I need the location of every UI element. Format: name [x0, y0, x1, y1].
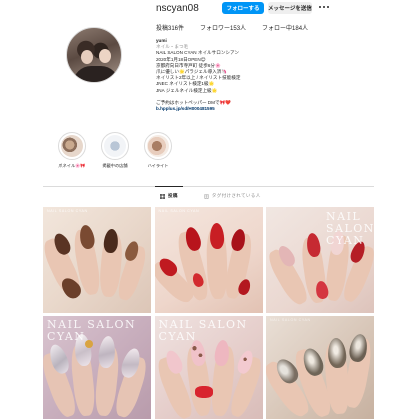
tab-tagged[interactable]: タグ付けされている人 — [203, 193, 261, 199]
tab-posts-label: 投稿 — [168, 193, 178, 198]
post-watermark: NAIL SALON CYAN — [158, 209, 200, 213]
posts-grid: NAIL SALON CYAN NAIL SALON CYAN NAIL SAL… — [43, 207, 374, 419]
post-thumbnail[interactable]: NAIL SALON CYAN — [43, 207, 151, 313]
bio-link[interactable]: b.hpplus.jp/sd/H000481595 — [156, 106, 336, 112]
post-watermark: NAIL SALON CYAN — [326, 210, 374, 248]
tab-posts[interactable]: 投稿 — [160, 193, 178, 199]
follow-button[interactable]: フォローする — [222, 2, 264, 14]
post-thumbnail[interactable]: NAIL SALON CYAN — [266, 207, 374, 313]
post-watermark: NAIL SALON CYAN — [47, 209, 88, 213]
profile-bio: yumi ネイル・まつ毛 NAIL SALON CYAN ネイルサロンシアン 2… — [156, 38, 336, 112]
highlight-item[interactable]: ハイライト — [143, 132, 173, 169]
post-watermark: NAIL SALON CYAN — [47, 318, 137, 344]
following-count[interactable]: フォロー中184人 — [262, 23, 308, 32]
posts-count: 投稿316件 — [156, 26, 185, 32]
post-watermark: NAIL SALON CYAN — [270, 318, 311, 322]
tag-icon — [203, 193, 209, 199]
grid-icon — [160, 193, 165, 199]
profile-tabs: 投稿 タグ付けされている人 — [160, 193, 261, 199]
post-thumbnail[interactable]: NAIL SALON CYAN — [154, 316, 263, 419]
highlight-cover — [101, 132, 129, 160]
profile-avatar[interactable] — [66, 27, 122, 83]
post-thumbnail[interactable]: NAIL SALON CYAN — [266, 316, 374, 419]
profile-stats: 投稿316件 フォロワー153人 フォロー中184人 — [156, 23, 308, 32]
post-thumbnail[interactable]: NAIL SALON CYAN — [43, 316, 151, 419]
more-options-icon[interactable] — [318, 1, 330, 13]
message-button[interactable]: メッセージを送信 — [268, 2, 312, 14]
highlight-label: 掲載中の店舗 — [102, 163, 128, 168]
post-thumbnail[interactable]: NAIL SALON CYAN — [154, 207, 263, 313]
highlight-cover — [58, 132, 86, 160]
highlight-label: ハイライト — [147, 163, 169, 168]
avatar-face — [81, 50, 93, 64]
highlight-item[interactable]: 爪ネイル🌸🎀 — [57, 132, 87, 169]
avatar-face — [99, 49, 111, 63]
story-highlights: 爪ネイル🌸🎀 掲載中の店舗 ハイライト — [57, 132, 173, 169]
profile-username: nscyan08 — [156, 3, 199, 14]
avatar-figure — [73, 66, 119, 82]
highlight-label: 爪ネイル🌸🎀 — [58, 163, 86, 168]
highlight-item[interactable]: 掲載中の店舗 — [100, 132, 130, 169]
active-tab-indicator — [155, 186, 183, 187]
highlight-cover — [144, 132, 172, 160]
tabs-divider — [43, 186, 374, 187]
post-watermark: NAIL SALON CYAN — [158, 318, 248, 344]
followers-count[interactable]: フォロワー153人 — [200, 23, 246, 32]
tab-tagged-label: タグ付けされている人 — [211, 193, 261, 198]
